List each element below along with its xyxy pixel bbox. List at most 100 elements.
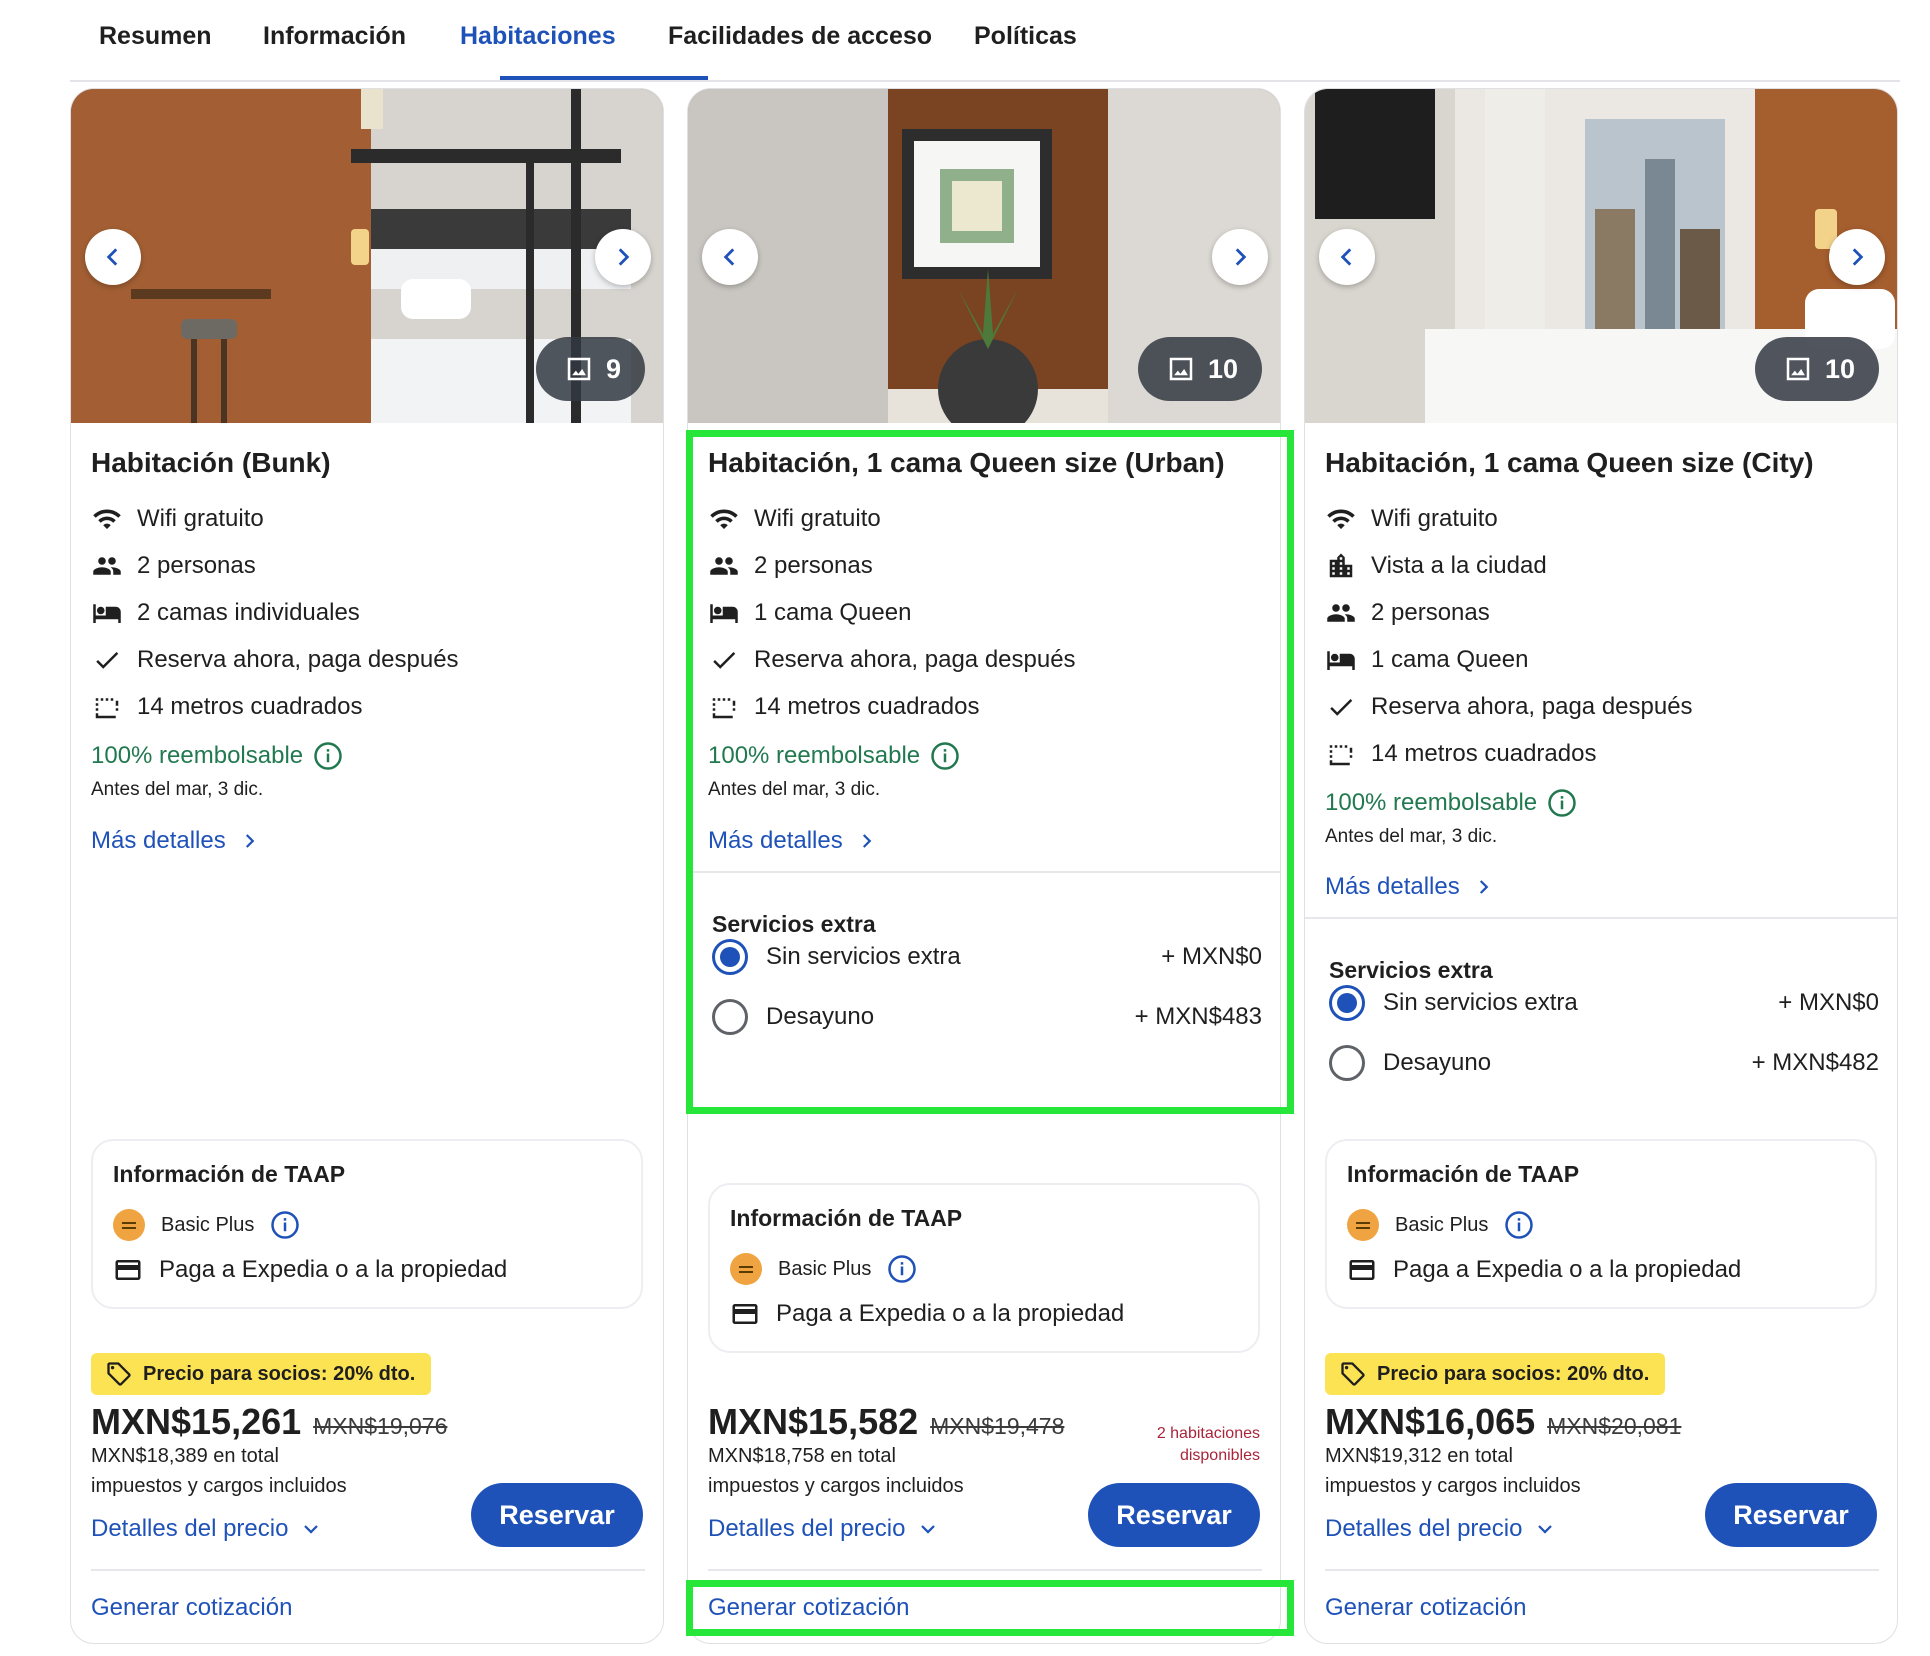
previous-photo-button[interactable] [85, 229, 141, 285]
feature-beds: 1 cama Queen [1325, 644, 1528, 676]
tier-badge-icon [730, 1253, 762, 1285]
info-icon[interactable] [887, 1254, 917, 1284]
chevron-right-icon [245, 834, 255, 848]
member-price-badge: Precio para socios: 20% dto. [1325, 1353, 1666, 1395]
photo-gallery-icon [564, 354, 594, 384]
more-details-link[interactable]: Más detalles [91, 827, 258, 855]
price: MXN$16,065 MXN$20,081 [1325, 1401, 1681, 1443]
tab-informacion[interactable]: Información [263, 22, 406, 51]
radio-unselected[interactable] [712, 999, 748, 1035]
tag-icon [105, 1360, 133, 1388]
reserve-button[interactable]: Reservar [1705, 1483, 1877, 1547]
extra-option-none[interactable]: Sin servicios extra + MXN$0 [1329, 983, 1879, 1023]
room-photo[interactable]: 10 [1305, 89, 1897, 423]
tab-habitaciones[interactable]: Habitaciones [460, 22, 616, 51]
more-details-link[interactable]: Más detalles [708, 827, 875, 855]
bed-icon [1326, 645, 1356, 675]
info-icon[interactable] [930, 741, 960, 771]
tab-bar: Resumen Información Habitaciones Facilid… [70, 0, 1900, 82]
photo-count: 10 [1824, 353, 1855, 384]
taap-title: Información de TAAP [113, 1161, 346, 1187]
photo-gallery-button[interactable]: 10 [1754, 337, 1879, 401]
chevron-right-icon [862, 834, 872, 848]
price-details-toggle[interactable]: Detalles del precio [1325, 1515, 1554, 1543]
feature-beds: 1 cama Queen [708, 597, 911, 629]
info-icon[interactable] [270, 1210, 300, 1240]
taap-title: Información de TAAP [730, 1205, 963, 1231]
divider [708, 1569, 1262, 1571]
taap-payment: Paga a Expedia o a la propiedad [730, 1299, 1124, 1329]
feature-occupancy: 2 personas [708, 550, 873, 582]
wifi-icon [1326, 504, 1356, 534]
radio-selected[interactable] [1329, 985, 1365, 1021]
generate-quote-link[interactable]: Generar cotización [708, 1594, 909, 1622]
feature-area: 14 metros cuadrados [708, 691, 979, 723]
room-photo[interactable]: 10 [688, 89, 1280, 423]
room-card-urban: 10 Habitación, 1 cama Queen size (Urban)… [687, 88, 1281, 1644]
member-price-badge: Precio para socios: 20% dto. [91, 1353, 432, 1395]
feature-beds: 2 camas individuales [91, 597, 360, 629]
taap-tier: Basic Plus [1347, 1209, 1534, 1241]
radio-unselected[interactable] [1329, 1045, 1365, 1081]
area-icon [1326, 739, 1356, 769]
info-icon[interactable] [313, 741, 343, 771]
room-photo[interactable]: 9 [71, 89, 663, 423]
photo-gallery-button[interactable]: 9 [535, 337, 645, 401]
room-title: Habitación, 1 cama Queen size (Urban) [708, 447, 1225, 478]
chevron-left-icon [106, 248, 118, 266]
credit-card-icon [113, 1255, 143, 1285]
original-price: MXN$19,076 [313, 1413, 448, 1439]
current-price: MXN$15,582 [708, 1401, 919, 1442]
feature-wifi: Wifi gratuito [91, 503, 264, 535]
photo-gallery-icon [1783, 354, 1813, 384]
divider [91, 1569, 645, 1571]
wifi-icon [92, 504, 122, 534]
chevron-right-icon [618, 248, 630, 266]
room-title: Habitación, 1 cama Queen size (City) [1325, 447, 1814, 478]
info-icon[interactable] [1504, 1210, 1534, 1240]
area-icon [92, 692, 122, 722]
generate-quote-link[interactable]: Generar cotización [1325, 1594, 1526, 1622]
more-details-link[interactable]: Más detalles [1325, 873, 1492, 901]
next-photo-button[interactable] [1829, 229, 1885, 285]
bed-icon [92, 598, 122, 628]
reserve-button[interactable]: Reservar [471, 1483, 643, 1547]
tab-politicas[interactable]: Políticas [974, 22, 1077, 51]
photo-gallery-button[interactable]: 10 [1137, 337, 1262, 401]
generate-quote-link[interactable]: Generar cotización [91, 1594, 292, 1622]
chevron-down-icon [1538, 1525, 1553, 1534]
reserve-button[interactable]: Reservar [1088, 1483, 1260, 1547]
price-details-toggle[interactable]: Detalles del precio [91, 1515, 320, 1543]
check-icon [92, 645, 122, 675]
current-price: MXN$16,065 [1325, 1401, 1536, 1442]
tier-badge-icon [113, 1209, 145, 1241]
taxes-note: impuestos y cargos incluidos [708, 1475, 964, 1497]
next-photo-button[interactable] [1212, 229, 1268, 285]
photo-count: 9 [605, 353, 621, 384]
people-icon [92, 551, 122, 581]
bed-icon [709, 598, 739, 628]
feature-area: 14 metros cuadrados [91, 691, 362, 723]
price-details-toggle[interactable]: Detalles del precio [708, 1515, 937, 1543]
tab-resumen[interactable]: Resumen [99, 22, 212, 51]
tab-facilidades-de-acceso[interactable]: Facilidades de acceso [668, 22, 932, 51]
tier-badge-icon [1347, 1209, 1379, 1241]
radio-selected[interactable] [712, 939, 748, 975]
extras-title: Servicios extra [1329, 957, 1493, 983]
photo-gallery-icon [1166, 354, 1196, 384]
taap-tier: Basic Plus [730, 1253, 917, 1285]
info-icon[interactable] [1547, 788, 1577, 818]
total-price: MXN$18,389 en total [91, 1445, 279, 1467]
feature-wifi: Wifi gratuito [708, 503, 881, 535]
refund-deadline: Antes del mar, 3 dic. [1325, 826, 1498, 847]
taap-info-box: Información de TAAP Basic Plus Paga a Ex… [708, 1183, 1260, 1353]
extra-option-none[interactable]: Sin servicios extra + MXN$0 [712, 937, 1262, 977]
previous-photo-button[interactable] [702, 229, 758, 285]
extra-option-breakfast[interactable]: Desayuno + MXN$483 [712, 997, 1262, 1037]
check-icon [709, 645, 739, 675]
next-photo-button[interactable] [595, 229, 651, 285]
previous-photo-button[interactable] [1319, 229, 1375, 285]
original-price: MXN$20,081 [1547, 1413, 1682, 1439]
price: MXN$15,261 MXN$19,076 [91, 1401, 447, 1443]
extra-option-breakfast[interactable]: Desayuno + MXN$482 [1329, 1043, 1879, 1083]
